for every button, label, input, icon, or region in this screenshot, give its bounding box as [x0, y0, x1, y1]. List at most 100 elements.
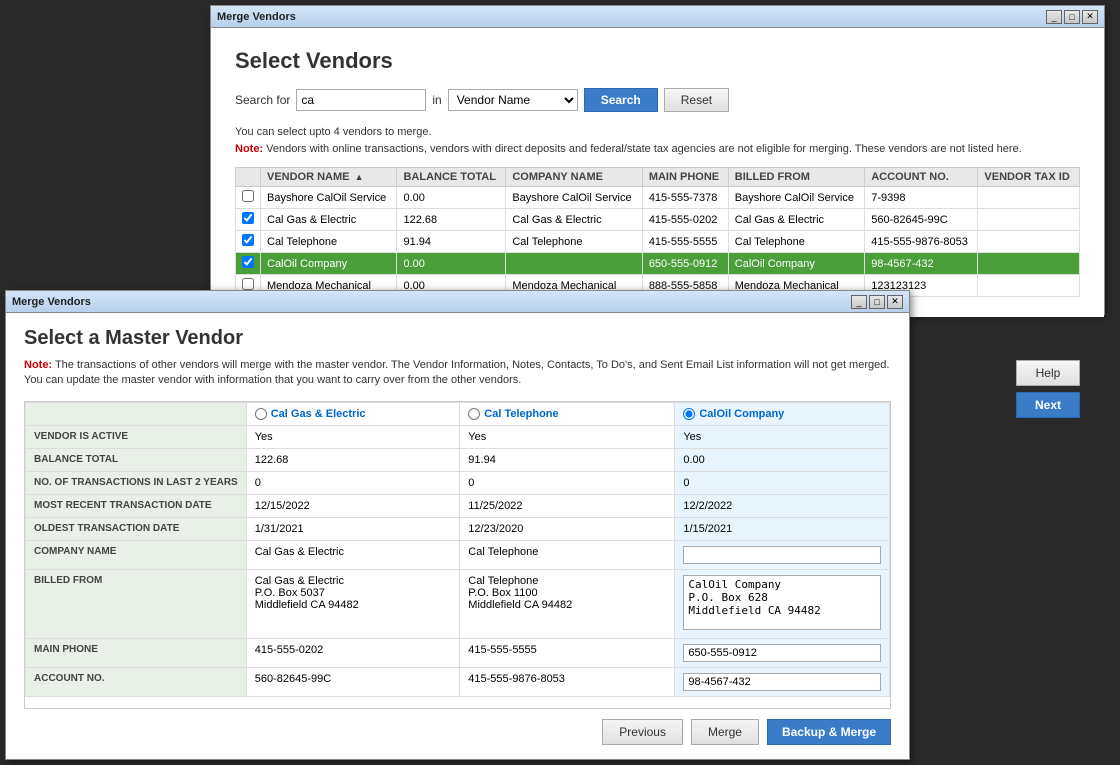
window2-title: Merge Vendors: [12, 296, 91, 308]
row-label: ACCOUNT NO.: [26, 667, 247, 696]
vendor-name: Cal Gas & Electric: [261, 209, 397, 231]
col-billed: BILLED FROM: [728, 168, 864, 187]
reset-button[interactable]: Reset: [664, 88, 729, 112]
master-comparison-table: Cal Gas & Electric Cal Telephone: [25, 402, 890, 697]
billed-from-textarea[interactable]: CalOil Company P.O. Box 628 Middlefield …: [683, 575, 881, 630]
minimize-button[interactable]: _: [1046, 10, 1062, 24]
phone: 415-555-5555: [642, 231, 728, 253]
vendor1-radio-label[interactable]: Cal Gas & Electric: [255, 408, 452, 420]
vendor-name: CalOil Company: [261, 253, 397, 275]
row-val3[interactable]: [675, 667, 890, 696]
merge-button[interactable]: Merge: [691, 719, 759, 745]
billed: Bayshore CalOil Service: [728, 187, 864, 209]
account-no-input[interactable]: [683, 673, 881, 691]
search-field-dropdown[interactable]: Vendor Name Company Name Account No: [448, 89, 578, 111]
note2-text: Vendors with online transactions, vendor…: [263, 143, 1022, 155]
billed: Cal Telephone: [728, 231, 864, 253]
maximize-button[interactable]: □: [1064, 10, 1080, 24]
window1-content: Select Vendors Search for in Vendor Name…: [211, 28, 1104, 317]
row-val3: 12/2/2022: [675, 494, 890, 517]
row-val2: Yes: [460, 425, 675, 448]
vendor3-name: CalOil Company: [699, 408, 784, 420]
vendor3-radio-label[interactable]: CalOil Company: [683, 408, 881, 420]
row-checkbox[interactable]: [242, 212, 254, 224]
row-checkbox[interactable]: [242, 278, 254, 290]
close-button[interactable]: ✕: [887, 295, 903, 309]
close-button[interactable]: ✕: [1082, 10, 1098, 24]
maximize-button[interactable]: □: [869, 295, 885, 309]
search-for-label: Search for: [235, 93, 290, 107]
balance: 0.00: [397, 253, 506, 275]
vendor1-radio[interactable]: [255, 408, 267, 420]
table-row: MOST RECENT TRANSACTION DATE 12/15/2022 …: [26, 494, 890, 517]
row-checkbox[interactable]: [242, 190, 254, 202]
account: 7-9398: [865, 187, 978, 209]
row-val3[interactable]: [675, 638, 890, 667]
row-val3: 0: [675, 471, 890, 494]
label-empty: [26, 402, 247, 425]
row-label: VENDOR IS ACTIVE: [26, 425, 247, 448]
help-button[interactable]: Help: [1016, 360, 1080, 386]
note-label: Note:: [24, 359, 52, 371]
row-label: BALANCE TOTAL: [26, 448, 247, 471]
vendor3-radio[interactable]: [683, 408, 695, 420]
company: [506, 253, 642, 275]
vendor2-radio[interactable]: [468, 408, 480, 420]
window2-controls: _ □ ✕: [851, 295, 903, 309]
side-buttons: Help Next: [1016, 360, 1080, 418]
col-account: ACCOUNT NO.: [865, 168, 978, 187]
account: 560-82645-99C: [865, 209, 978, 231]
master-vendor-window: Merge Vendors _ □ ✕ Select a Master Vend…: [5, 290, 910, 760]
window1-controls: _ □ ✕: [1046, 10, 1098, 24]
window1-titlebar: Merge Vendors _ □ ✕: [211, 6, 1104, 28]
col-balance: BALANCE TOTAL: [397, 168, 506, 187]
vendor-header-row: Cal Gas & Electric Cal Telephone: [26, 402, 890, 425]
table-row[interactable]: Cal Gas & Electric 122.68 Cal Gas & Elec…: [236, 209, 1080, 231]
tax: [978, 275, 1080, 297]
row-checkbox[interactable]: [242, 256, 254, 268]
search-button[interactable]: Search: [584, 88, 658, 112]
vendor3-header[interactable]: CalOil Company: [675, 402, 890, 425]
row-val3[interactable]: CalOil Company P.O. Box 628 Middlefield …: [675, 569, 890, 638]
table-row[interactable]: CalOil Company 0.00 650-555-0912 CalOil …: [236, 253, 1080, 275]
vendor2-header[interactable]: Cal Telephone: [460, 402, 675, 425]
tax: [978, 209, 1080, 231]
account: 98-4567-432: [865, 253, 978, 275]
row-val1: 12/15/2022: [246, 494, 460, 517]
table-row: MAIN PHONE 415-555-0202 415-555-5555: [26, 638, 890, 667]
master-note: Note: The transactions of other vendors …: [24, 358, 891, 389]
balance: 91.94: [397, 231, 506, 253]
row-checkbox[interactable]: [242, 234, 254, 246]
company: Bayshore CalOil Service: [506, 187, 642, 209]
previous-button[interactable]: Previous: [602, 719, 683, 745]
search-input[interactable]: [296, 89, 426, 111]
balance: 122.68: [397, 209, 506, 231]
table-row: VENDOR IS ACTIVE Yes Yes Yes: [26, 425, 890, 448]
row-val1: 122.68: [246, 448, 460, 471]
company-name-input[interactable]: [683, 546, 881, 564]
backup-merge-button[interactable]: Backup & Merge: [767, 719, 891, 745]
row-val2: 0: [460, 471, 675, 494]
in-label: in: [432, 93, 441, 107]
row-val2: 415-555-5555: [460, 638, 675, 667]
vendor-name: Cal Telephone: [261, 231, 397, 253]
master-table-wrapper[interactable]: Cal Gas & Electric Cal Telephone: [24, 401, 891, 709]
table-row: COMPANY NAME Cal Gas & Electric Cal Tele…: [26, 540, 890, 569]
vendor1-header[interactable]: Cal Gas & Electric: [246, 402, 460, 425]
select-vendors-window: Merge Vendors _ □ ✕ Select Vendors Searc…: [210, 5, 1105, 315]
row-val2: 91.94: [460, 448, 675, 471]
row-val1: 0: [246, 471, 460, 494]
vendor2-radio-label[interactable]: Cal Telephone: [468, 408, 666, 420]
row-val1: Cal Gas & ElectricP.O. Box 5037Middlefie…: [246, 569, 460, 638]
row-val3[interactable]: [675, 540, 890, 569]
row-label: OLDEST TRANSACTION DATE: [26, 517, 247, 540]
col-tax: VENDOR TAX ID: [978, 168, 1080, 187]
vendor1-name: Cal Gas & Electric: [271, 408, 366, 420]
next-button[interactable]: Next: [1016, 392, 1080, 418]
row-label: BILLED FROM: [26, 569, 247, 638]
phone: 415-555-7378: [642, 187, 728, 209]
minimize-button[interactable]: _: [851, 295, 867, 309]
main-phone-input[interactable]: [683, 644, 881, 662]
table-row[interactable]: Bayshore CalOil Service 0.00 Bayshore Ca…: [236, 187, 1080, 209]
table-row[interactable]: Cal Telephone 91.94 Cal Telephone 415-55…: [236, 231, 1080, 253]
